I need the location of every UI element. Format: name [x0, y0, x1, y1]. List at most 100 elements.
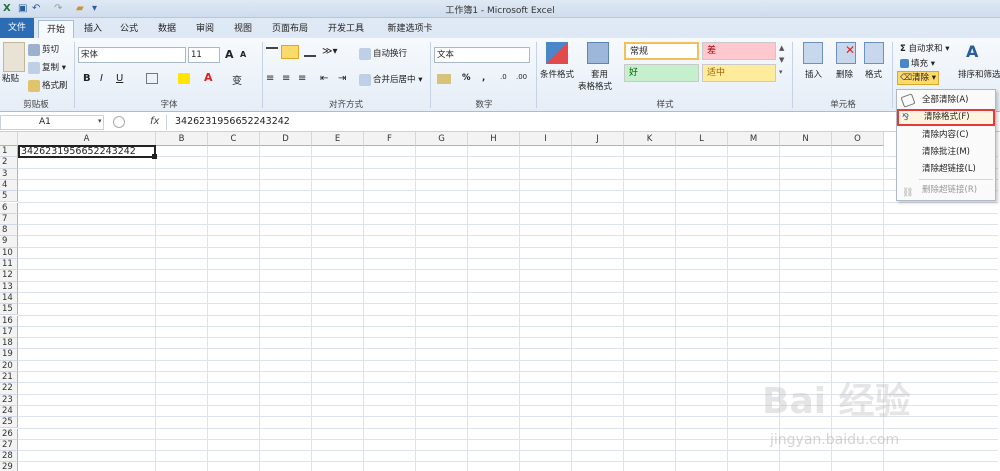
conditional-format-icon[interactable]	[546, 42, 568, 64]
menu-item-clear-all[interactable]: 全部清除(A)	[897, 92, 995, 109]
row-header-3[interactable]: 3	[0, 168, 18, 180]
underline-button[interactable]: U	[116, 73, 123, 84]
fill-handle[interactable]	[152, 154, 157, 159]
clear-button[interactable]: ⌫清除 ▾	[897, 71, 939, 85]
tab-review[interactable]: 审阅	[190, 20, 220, 38]
row-header-19[interactable]: 19	[0, 349, 18, 361]
style-bad[interactable]: 差	[702, 42, 776, 60]
percent-button[interactable]: %	[462, 73, 471, 83]
tab-insert[interactable]: 插入	[78, 20, 108, 38]
column-header-i[interactable]: I	[520, 132, 572, 146]
row-header-24[interactable]: 24	[0, 405, 18, 418]
cancel-edit-icon[interactable]	[113, 116, 125, 128]
row-header-22[interactable]: 22	[0, 383, 18, 395]
row-header-6[interactable]: 6	[0, 202, 18, 214]
row-header-11[interactable]: 11	[0, 259, 18, 271]
orientation-icon[interactable]: ≫▾	[322, 46, 338, 57]
tab-formulas[interactable]: 公式	[114, 20, 144, 38]
insert-cells-icon[interactable]	[803, 42, 823, 64]
row-header-29[interactable]: 29	[0, 462, 18, 471]
format-painter-button[interactable]: 格式刷	[28, 79, 68, 92]
column-header-j[interactable]: J	[572, 132, 624, 146]
worksheet-grid[interactable]: ABCDEFGHIJKLMNO 1 2 3 4 5 6 7 8 9 10 11 12 13 14 15 16 1…	[0, 132, 1000, 471]
decrease-decimal-button[interactable]: .00	[516, 73, 527, 81]
name-box[interactable]: A1	[0, 115, 104, 130]
align-top-icon[interactable]	[266, 47, 278, 57]
tab-page-layout[interactable]: 页面布局	[266, 20, 314, 38]
conditional-format-button[interactable]: 条件格式	[540, 68, 574, 80]
cut-button[interactable]: 剪切	[28, 43, 59, 56]
row-header-20[interactable]: 20	[0, 360, 18, 372]
number-format-select[interactable]: 文本	[434, 47, 530, 63]
bold-button[interactable]: B	[83, 73, 91, 84]
menu-item-clear-formats[interactable]: ⅋ 清除格式(F)	[897, 109, 995, 126]
increase-decimal-button[interactable]: .0	[500, 73, 507, 81]
menu-item-clear-contents[interactable]: 清除内容(C)	[897, 127, 995, 144]
merge-center-button[interactable]: 合并后居中 ▾	[359, 73, 422, 86]
column-header-h[interactable]: H	[468, 132, 520, 146]
italic-button[interactable]: I	[100, 73, 103, 84]
styles-scroll-icon[interactable]: ▲ ▼ ▾	[779, 42, 784, 78]
column-header-n[interactable]: N	[780, 132, 832, 146]
delete-cells-icon[interactable]: ✕	[836, 42, 856, 64]
autosum-button[interactable]: Σ 自动求和 ▾	[900, 42, 950, 54]
column-header-b[interactable]: B	[156, 132, 208, 146]
row-header-26[interactable]: 26	[0, 428, 18, 440]
paste-icon[interactable]	[3, 42, 25, 72]
column-header-m[interactable]: M	[728, 132, 780, 146]
tab-data[interactable]: 数据	[152, 20, 182, 38]
select-all-corner[interactable]	[0, 132, 18, 146]
row-header-12[interactable]: 12	[0, 270, 18, 282]
align-right-icon[interactable]: ≡	[298, 73, 306, 84]
table-format-icon[interactable]	[587, 42, 609, 64]
insert-cells-button[interactable]: 插入	[805, 68, 822, 80]
column-header-k[interactable]: K	[624, 132, 676, 146]
column-header-f[interactable]: F	[364, 132, 416, 146]
shrink-font-button[interactable]: A	[240, 50, 246, 59]
font-color-icon[interactable]: A	[204, 71, 213, 84]
row-header-5[interactable]: 5	[0, 191, 18, 203]
phonetic-icon[interactable]: 变	[232, 72, 242, 87]
format-cells-button[interactable]: 格式	[865, 68, 882, 80]
row-header-9[interactable]: 9	[0, 236, 18, 248]
row-header-18[interactable]: 18	[0, 338, 18, 350]
row-header-1[interactable]: 1	[0, 146, 18, 158]
row-header-23[interactable]: 23	[0, 394, 18, 406]
row-header-27[interactable]: 27	[0, 439, 18, 452]
column-header-g[interactable]: G	[416, 132, 468, 146]
style-normal[interactable]: 常规	[624, 42, 699, 60]
row-header-17[interactable]: 17	[0, 326, 18, 339]
border-icon[interactable]	[146, 73, 158, 84]
tab-file[interactable]: 文件	[0, 18, 34, 38]
comma-button[interactable]: ,	[482, 73, 485, 83]
row-header-4[interactable]: 4	[0, 179, 18, 192]
row-header-14[interactable]: 14	[0, 292, 18, 305]
column-header-o[interactable]: O	[832, 132, 884, 146]
menu-item-clear-hyperlinks[interactable]: 清除超链接(L)	[897, 161, 995, 178]
row-header-15[interactable]: 15	[0, 304, 18, 316]
increase-indent-icon[interactable]: ⇥	[338, 73, 346, 84]
tab-new-tab[interactable]: 新建选项卡	[380, 20, 440, 38]
row-header-28[interactable]: 28	[0, 451, 18, 463]
column-header-d[interactable]: D	[260, 132, 312, 146]
column-header-a[interactable]: A	[18, 132, 156, 146]
row-header-13[interactable]: 13	[0, 281, 18, 293]
row-header-8[interactable]: 8	[0, 225, 18, 237]
row-header-2[interactable]: 2	[0, 157, 18, 169]
row-header-16[interactable]: 16	[0, 315, 18, 327]
align-center-icon[interactable]: ≡	[282, 73, 290, 84]
sort-filter-button[interactable]: 排序和筛选	[958, 68, 1000, 80]
font-size-select[interactable]: 11	[188, 47, 220, 63]
row-header-21[interactable]: 21	[0, 372, 18, 384]
style-neutral[interactable]: 适中	[702, 64, 776, 82]
copy-button[interactable]: 复制 ▾	[28, 61, 66, 74]
delete-cells-button[interactable]: 删除	[836, 68, 853, 80]
column-header-e[interactable]: E	[312, 132, 364, 146]
font-name-select[interactable]: 宋体	[78, 47, 186, 63]
tab-view[interactable]: 视图	[228, 20, 258, 38]
currency-icon[interactable]	[437, 74, 451, 84]
align-middle-icon[interactable]	[281, 45, 299, 59]
table-format-button-line1[interactable]: 套用	[591, 68, 608, 80]
row-header-10[interactable]: 10	[0, 247, 18, 259]
style-good[interactable]: 好	[624, 64, 699, 82]
